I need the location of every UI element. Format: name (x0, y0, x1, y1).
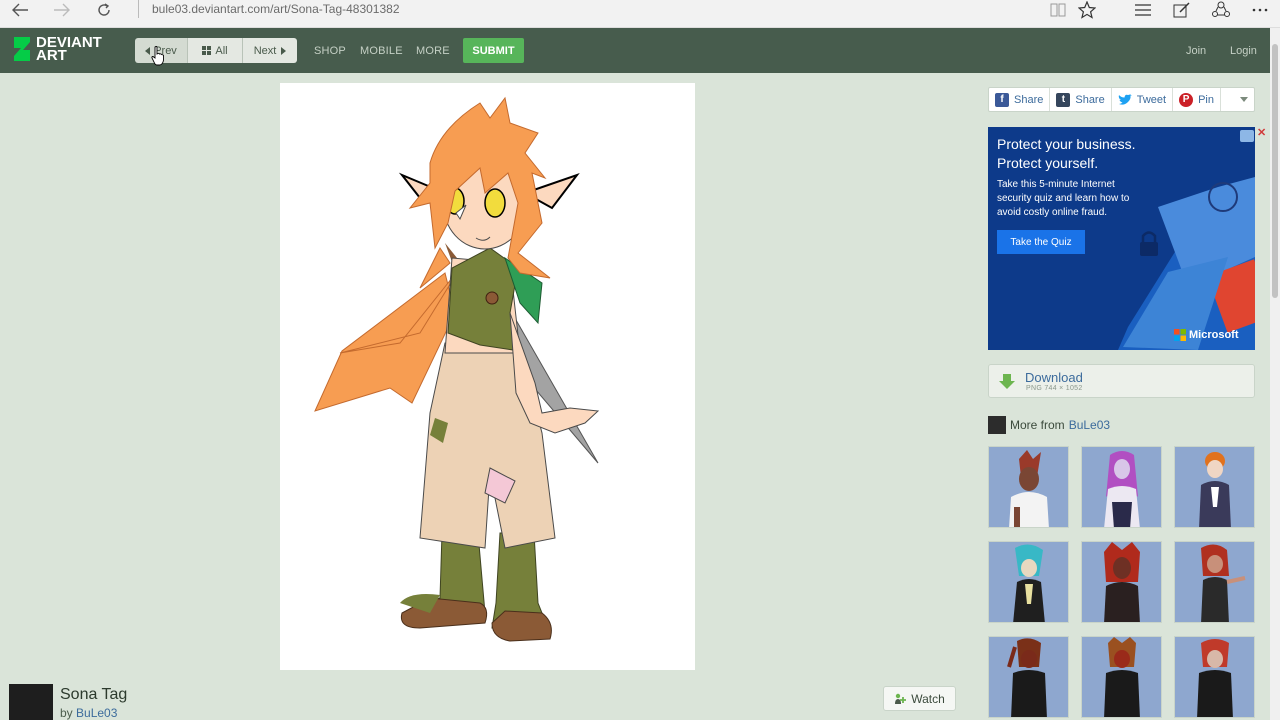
tumblr-share-button[interactable]: t Share (1050, 88, 1112, 111)
gallery-thumb[interactable] (1174, 446, 1255, 528)
download-file-info: PNG 744 × 1052 (1026, 385, 1083, 392)
browser-toolbar: bule03.deviantart.com/art/Sona-Tag-48301… (0, 0, 1280, 28)
join-link[interactable]: Join (1186, 45, 1206, 57)
twitter-icon (1118, 93, 1132, 107)
facebook-share-label: Share (1014, 93, 1044, 106)
site-header: DEVIANT ART Prev All Next SHOP MOBILE MO… (0, 28, 1270, 73)
pinterest-share-label: Pin (1198, 93, 1214, 106)
refresh-icon[interactable] (92, 0, 116, 20)
share-dropdown-button[interactable] (1234, 88, 1254, 111)
gallery-thumb[interactable] (988, 636, 1069, 718)
facebook-icon: f (995, 92, 1009, 107)
next-label: Next (253, 44, 277, 57)
byline-author-link[interactable]: BuLe03 (76, 706, 117, 720)
share-icon[interactable] (1209, 0, 1233, 20)
deviantart-logo-icon (14, 37, 30, 61)
gallery-thumb[interactable] (988, 541, 1069, 623)
ad-body-text: Take this 5-minute Internet security qui… (997, 179, 1130, 218)
hand-cursor-icon (151, 46, 164, 66)
byline-prefix: by (60, 706, 73, 720)
watch-icon (895, 693, 907, 704)
submit-button[interactable]: SUBMIT (463, 38, 524, 63)
pinterest-icon: P (1179, 92, 1194, 107)
microsoft-logo: Microsoft (1174, 329, 1239, 341)
twitter-share-label: Tweet (1136, 93, 1167, 106)
more-options-icon[interactable] (1248, 0, 1272, 20)
more-from-prefix: More from (1010, 418, 1065, 432)
back-icon[interactable] (8, 0, 32, 20)
login-link[interactable]: Login (1230, 45, 1257, 57)
artwork-illustration (314, 96, 600, 642)
facebook-share-button[interactable]: f Share (989, 88, 1051, 111)
forward-icon[interactable] (50, 0, 74, 20)
page-scrollbar[interactable] (1270, 28, 1280, 720)
deviation-byline: by BuLe03 (60, 706, 117, 720)
ad-headline-line2: Protect yourself. (997, 155, 1099, 171)
artwork-image[interactable] (280, 83, 695, 670)
ad-choices-icon[interactable] (1240, 130, 1254, 142)
watch-label: Watch (911, 691, 945, 706)
watch-button[interactable]: Watch (883, 686, 956, 711)
share-bar: f Share t Share Tweet P Pin (988, 87, 1255, 112)
gallery-thumb[interactable] (1081, 636, 1162, 718)
download-button[interactable]: Download PNG 744 × 1052 (988, 364, 1255, 398)
tumblr-icon: t (1056, 92, 1071, 107)
address-bar[interactable]: bule03.deviantart.com/art/Sona-Tag-48301… (152, 1, 400, 17)
url-text: bule03.deviantart.com/art/Sona-Tag-48301… (152, 2, 400, 16)
gallery-thumb[interactable] (1174, 636, 1255, 718)
scroll-thumb[interactable] (1272, 44, 1278, 298)
author-avatar[interactable] (9, 684, 53, 720)
url-separator (138, 0, 139, 18)
deviantart-logo[interactable]: DEVIANT ART (12, 35, 102, 63)
ad-headline: Protect your business. Protect yourself. (997, 135, 1136, 173)
author-avatar-small[interactable] (988, 416, 1006, 434)
hub-icon[interactable] (1131, 0, 1155, 20)
nav-shop-link[interactable]: SHOP (314, 45, 346, 57)
ad-close-icon[interactable]: ✕ (1257, 126, 1266, 139)
advertisement[interactable]: Protect your business. Protect yourself.… (988, 127, 1255, 350)
web-note-icon[interactable] (1170, 0, 1194, 20)
tumblr-share-label: Share (1075, 93, 1105, 106)
gallery-thumb[interactable] (1081, 446, 1162, 528)
next-arrow-icon (281, 46, 287, 55)
deviation-title: Sona Tag (60, 686, 128, 703)
ad-quiz-button[interactable]: Take the Quiz (997, 230, 1085, 254)
more-from-heading: More from BuLe03 (988, 416, 1110, 434)
nav-mobile-link[interactable]: MOBILE (360, 45, 403, 57)
gallery-thumb[interactable] (1081, 541, 1162, 623)
more-from-author-link[interactable]: BuLe03 (1069, 418, 1110, 432)
ad-headline-line1: Protect your business. (997, 136, 1136, 152)
gallery-thumb[interactable] (1174, 541, 1255, 623)
download-arrow-icon (999, 374, 1015, 389)
nav-more-link[interactable]: MORE (416, 45, 450, 57)
microsoft-logo-icon (1174, 329, 1186, 341)
chevron-down-icon (1240, 97, 1248, 102)
download-label: Download (1025, 370, 1083, 385)
next-button[interactable]: Next (243, 38, 297, 63)
all-button[interactable]: All (188, 38, 243, 63)
reading-view-icon[interactable] (1046, 0, 1070, 20)
all-label: All (215, 44, 228, 57)
grid-icon (202, 46, 212, 55)
pinterest-share-button[interactable]: P Pin (1173, 88, 1221, 111)
twitter-share-button[interactable]: Tweet (1112, 88, 1174, 111)
favorite-star-icon[interactable] (1075, 0, 1099, 20)
gallery-thumb[interactable] (988, 446, 1069, 528)
ad-brand-label: Microsoft (1189, 329, 1239, 341)
